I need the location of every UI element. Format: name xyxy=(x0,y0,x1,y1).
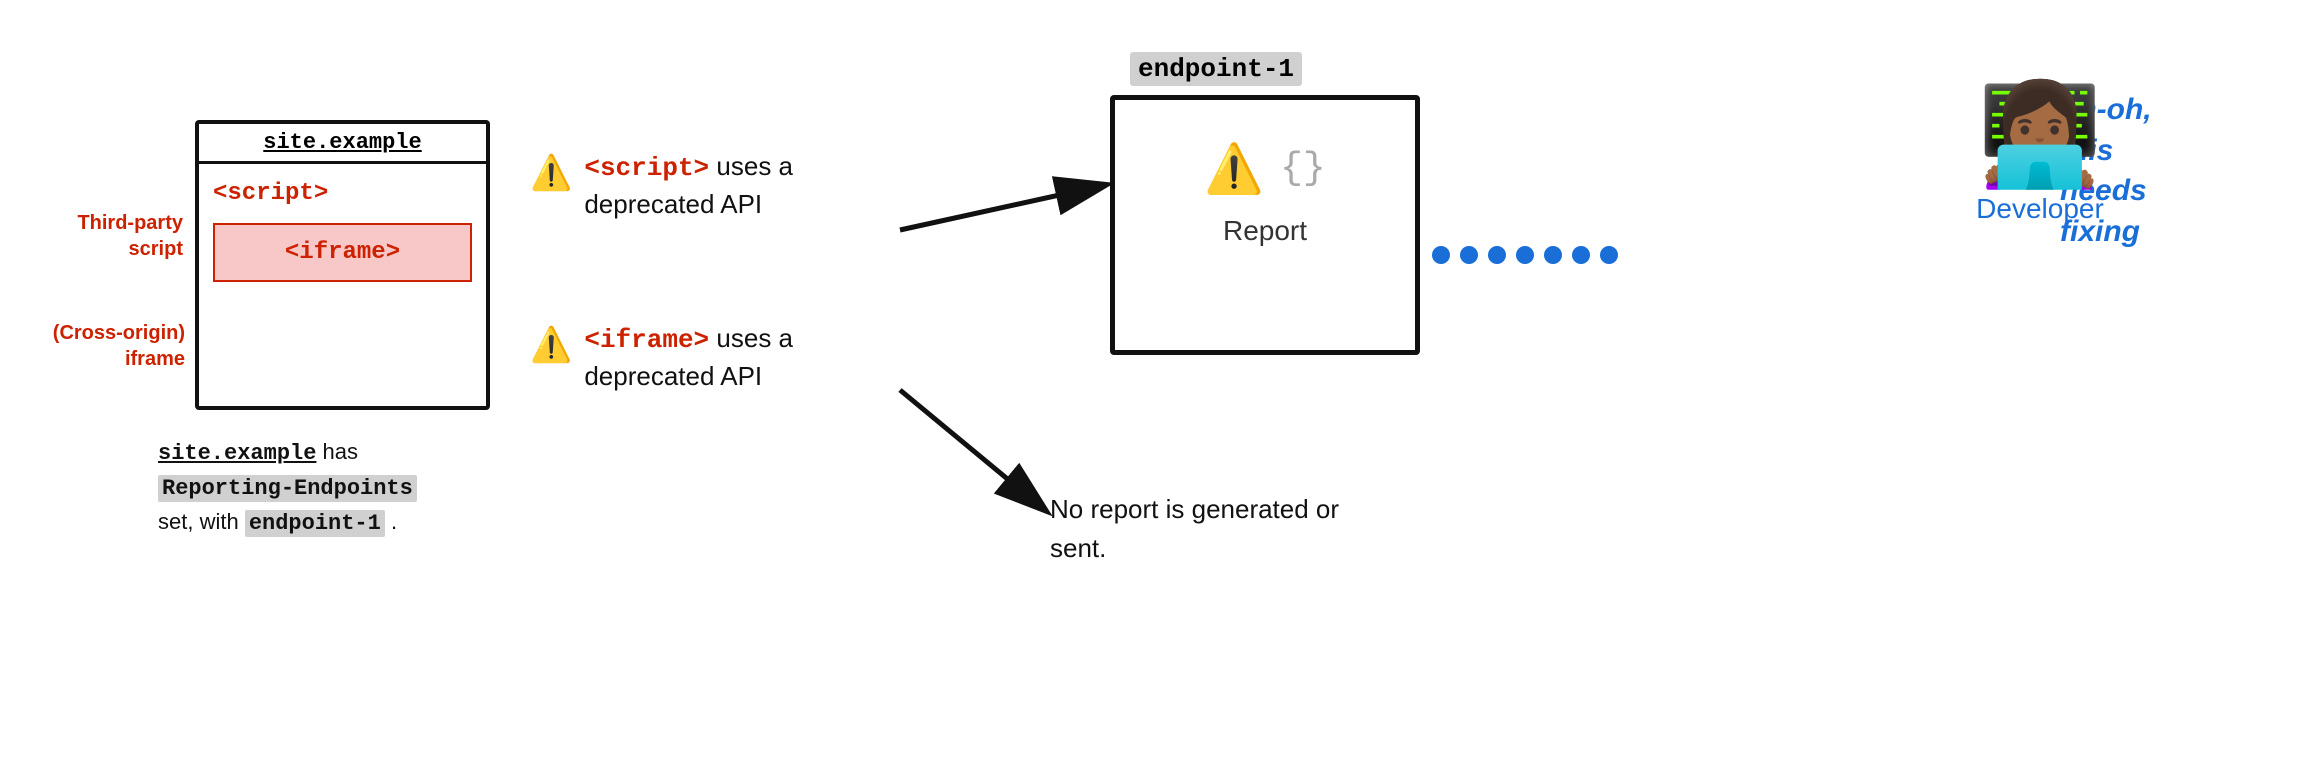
site-example-title: site.example xyxy=(263,130,421,155)
diagram-container: Third-party script (Cross-origin)iframe … xyxy=(0,0,2324,762)
endpoint-report-text: Report xyxy=(1223,215,1307,246)
endpoint-icons-area: ⚠️ {} xyxy=(1115,100,1415,207)
iframe-tag: <iframe> xyxy=(285,239,400,266)
bottom-reporting-endpoints: Reporting-Endpoints xyxy=(158,475,417,502)
developer-label-text: Developer xyxy=(1976,193,2104,224)
warning-iframe-text: <iframe> uses adeprecated API xyxy=(584,320,793,395)
warning-script: ⚠️ <script> uses adeprecated API xyxy=(530,148,890,223)
dot-4 xyxy=(1516,246,1534,264)
dotted-line xyxy=(1432,246,1618,264)
endpoint-report-label: Report xyxy=(1115,207,1415,247)
dot-6 xyxy=(1572,246,1590,264)
dot-1 xyxy=(1432,246,1450,264)
warning-iframe: ⚠️ <iframe> uses adeprecated API xyxy=(530,320,890,395)
script-tag: <script> xyxy=(213,180,328,207)
warning-script-icon: ⚠️ xyxy=(530,150,572,198)
endpoint-warning-icon: ⚠️ xyxy=(1204,140,1264,197)
browser-iframe-element: <iframe> xyxy=(213,223,472,282)
developer-label: Developer xyxy=(1920,193,2160,225)
bottom-has: has xyxy=(316,439,358,464)
dot-5 xyxy=(1544,246,1562,264)
bottom-site-example: site.example xyxy=(158,441,316,466)
label-cross-origin-iframe: (Cross-origin)iframe xyxy=(10,320,185,372)
bottom-set-with: set, with xyxy=(158,509,245,534)
dot-7 xyxy=(1600,246,1618,264)
warning-iframe-icon: ⚠️ xyxy=(530,322,572,370)
no-report-label: No report is generated or sent. xyxy=(1050,494,1339,563)
bottom-endpoint-1: endpoint-1 xyxy=(245,510,385,537)
third-party-text: Third-party script xyxy=(77,212,183,260)
developer-figure: 👩🏾‍💻 xyxy=(1920,85,2160,185)
endpoint-json-icon: {} xyxy=(1280,147,1326,190)
developer-area: 👩🏾‍💻 Developer xyxy=(1920,85,2160,225)
cross-origin-text: (Cross-origin)iframe xyxy=(53,322,185,370)
endpoint-box: ⚠️ {} Report xyxy=(1110,95,1420,355)
endpoint-label: endpoint-1 xyxy=(1130,52,1302,86)
no-report-text: No report is generated or sent. xyxy=(1050,490,1340,568)
bottom-period: . xyxy=(385,509,397,534)
warning-iframe-code: <iframe> xyxy=(584,325,709,355)
browser-box: site.example <script> <iframe> xyxy=(195,120,490,410)
bottom-description: site.example has Reporting-Endpoints set… xyxy=(158,435,498,540)
endpoint-label-text: endpoint-1 xyxy=(1138,54,1294,84)
browser-script-element: <script> xyxy=(199,164,486,215)
label-third-party-script: Third-party script xyxy=(28,210,183,262)
browser-title: site.example xyxy=(199,124,486,164)
dot-3 xyxy=(1488,246,1506,264)
developer-emoji: 👩🏾‍💻 xyxy=(1978,79,2103,191)
dot-2 xyxy=(1460,246,1478,264)
warning-script-text: <script> uses adeprecated API xyxy=(584,148,793,223)
warning-script-code: <script> xyxy=(584,153,709,183)
